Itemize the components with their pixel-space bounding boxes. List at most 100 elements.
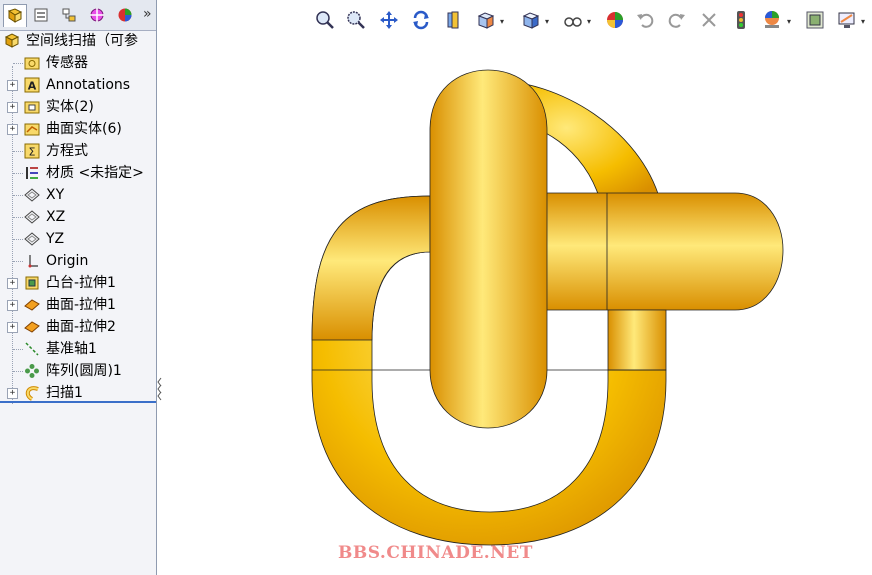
surface-bodies-icon (24, 121, 40, 137)
feature-manager-tab[interactable] (3, 4, 27, 27)
tree-item-label: 曲面-拉伸1 (46, 297, 116, 313)
plane-icon (24, 231, 40, 247)
property-manager-tab[interactable] (30, 4, 52, 26)
hide-show-items-icon (563, 10, 583, 30)
tree-branch-line (13, 173, 23, 174)
feature-tree: 空间线扫描（可参 传感器 + A Annotations + 实体(2) + 曲面实体(6) Σ… (0, 30, 156, 405)
tree-item-label: 阵列(圆周)1 (46, 363, 122, 379)
pan-button[interactable] (376, 7, 402, 33)
display-manager-icon (118, 8, 132, 22)
expand-toggle[interactable]: + (7, 278, 18, 289)
section-view-button[interactable] (441, 7, 467, 33)
tree-item-label: 凸台-拉伸1 (46, 275, 116, 291)
axis-icon (24, 341, 40, 357)
model-horizontal-tube (519, 192, 784, 311)
plane-icon (24, 209, 40, 225)
close-icon (699, 10, 719, 30)
apply-scene-button[interactable] (760, 7, 786, 33)
display-pane-button[interactable] (834, 7, 860, 33)
close-button[interactable] (696, 7, 722, 33)
annotations-icon: A (24, 77, 40, 93)
surface-extrude-icon (24, 297, 40, 313)
tree-item-label: Origin (46, 253, 89, 269)
tree-item-label: YZ (46, 231, 65, 247)
undo-button[interactable] (632, 7, 658, 33)
expand-toggle[interactable]: + (7, 124, 18, 135)
more-tabs-chevron[interactable]: » (143, 6, 152, 22)
expand-toggle[interactable]: + (7, 102, 18, 113)
edit-appearance-icon (605, 10, 625, 30)
dropdown-arrow-icon[interactable]: ▾ (545, 17, 549, 26)
tree-root-label: 空间线扫描（可参 (26, 33, 138, 49)
surface-extrude-icon (24, 319, 40, 335)
expand-toggle[interactable]: + (7, 300, 18, 311)
rotate-button[interactable] (408, 7, 434, 33)
dropdown-arrow-icon[interactable]: ▾ (587, 17, 591, 26)
display-style-button[interactable] (518, 7, 544, 33)
tree-branch-line (13, 239, 23, 240)
undo-icon (635, 10, 655, 30)
tree-branch-line (13, 261, 23, 262)
origin-icon (24, 253, 40, 269)
zoom-to-area-button[interactable] (343, 7, 369, 33)
display-manager-tab[interactable] (114, 4, 136, 26)
display-style-icon (521, 10, 541, 30)
zoom-to-area-icon (346, 10, 366, 30)
dimxpert-tab[interactable] (86, 4, 108, 26)
plane-icon (24, 187, 40, 203)
feature-manager-icon (7, 8, 23, 23)
rollback-bar[interactable] (0, 401, 156, 403)
svg-text:A: A (28, 80, 37, 93)
expand-toggle[interactable]: + (7, 388, 18, 399)
dropdown-arrow-icon[interactable]: ▾ (787, 17, 791, 26)
traffic-light-icon (731, 10, 751, 30)
tree-branch-line (13, 195, 23, 196)
dropdown-arrow-icon[interactable]: ▾ (500, 17, 504, 26)
solid-bodies-icon (24, 99, 40, 115)
edit-appearance-button[interactable] (602, 7, 628, 33)
traffic-light-button[interactable] (728, 7, 754, 33)
tree-branch-line (13, 217, 23, 218)
svg-text:Σ: Σ (29, 146, 36, 159)
configuration-manager-tab[interactable] (58, 4, 80, 26)
expand-toggle[interactable]: + (7, 80, 18, 91)
view-orientation-icon (476, 10, 496, 30)
knot-model (311, 69, 784, 546)
zoom-to-fit-button[interactable] (312, 7, 338, 33)
boss-extrude-icon (24, 275, 40, 291)
tree-item-label: 实体(2) (46, 99, 94, 115)
tree-guide-line (12, 66, 13, 405)
dropdown-arrow-icon[interactable]: ▾ (861, 17, 865, 26)
model-vertical-link (429, 69, 548, 429)
apply-scene-icon (763, 10, 783, 30)
sweep-icon (24, 385, 40, 401)
section-view-icon (444, 10, 464, 30)
expand-toggle[interactable]: + (7, 322, 18, 333)
property-manager-icon (34, 8, 48, 22)
display-pane-icon (837, 10, 857, 30)
dimxpert-icon (90, 8, 104, 22)
view-settings-button[interactable] (802, 7, 828, 33)
circular-pattern-icon (24, 363, 40, 379)
part-icon (4, 33, 20, 49)
tree-item-label: 曲面-拉伸2 (46, 319, 116, 335)
rotate-icon (411, 10, 431, 30)
hide-show-items-button[interactable] (560, 7, 586, 33)
tree-branch-line (13, 349, 23, 350)
graphics-viewport[interactable] (157, 36, 872, 575)
feature-manager-panel: » 空间线扫描（可参 传感器 + A Annotations + 实体(2) + 曲面实体(6… (0, 0, 157, 575)
tree-branch-line (13, 63, 23, 64)
tree-branch-line (13, 371, 23, 372)
configuration-manager-icon (62, 8, 76, 22)
heads-up-view-toolbar: ▾ ▾ ▾ ▾ ▾ (312, 4, 872, 36)
tree-item-label: 方程式 (46, 143, 88, 159)
pan-icon (379, 10, 399, 30)
redo-icon (667, 10, 687, 30)
redo-button[interactable] (664, 7, 690, 33)
tree-item-label: 基准轴1 (46, 341, 97, 357)
tree-item-label: XZ (46, 209, 66, 225)
view-orientation-button[interactable] (473, 7, 499, 33)
tree-item-label: 曲面实体(6) (46, 121, 122, 137)
equations-icon: Σ (24, 143, 40, 159)
watermark-text: BBS.CHINADE.NET (338, 543, 533, 563)
